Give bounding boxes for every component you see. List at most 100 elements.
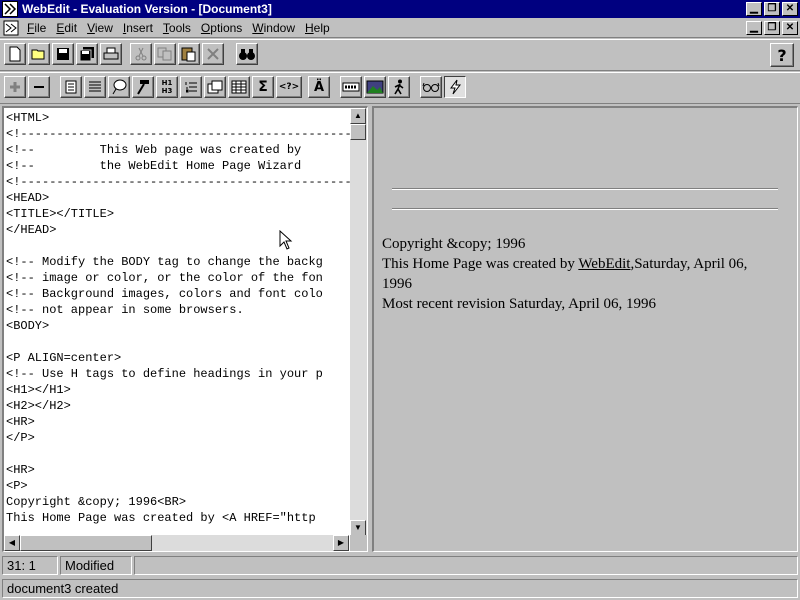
hammer-icon[interactable] bbox=[132, 76, 154, 98]
menu-options[interactable]: Options bbox=[196, 21, 247, 35]
query-tag-icon[interactable]: <?> bbox=[276, 76, 302, 98]
status-bar-bottom: document3 created bbox=[0, 577, 800, 600]
save-icon[interactable] bbox=[52, 43, 74, 65]
code-line[interactable]: <!-- not appear in some browsers. bbox=[6, 302, 352, 318]
comment-balloon-icon[interactable] bbox=[108, 76, 130, 98]
print-icon[interactable] bbox=[100, 43, 122, 65]
window-title: WebEdit - Evaluation Version - [Document… bbox=[22, 2, 272, 16]
find-binoculars-icon[interactable] bbox=[236, 43, 258, 65]
webedit-window: WebEdit - Evaluation Version - [Document… bbox=[0, 0, 800, 600]
menu-insert[interactable]: Insert bbox=[118, 21, 158, 35]
cursor-position: 31: 1 bbox=[2, 556, 58, 575]
table-icon[interactable] bbox=[228, 76, 250, 98]
query-tag-label: <?> bbox=[278, 82, 300, 92]
help-label: ? bbox=[777, 45, 787, 65]
preview-body-text: Copyright &copy; 1996 This Home Page was… bbox=[382, 234, 782, 314]
doc-close-button[interactable]: ✕ bbox=[782, 21, 798, 35]
code-line[interactable]: <!--------------------------------------… bbox=[6, 126, 352, 142]
editor-horizontal-scrollbar[interactable]: ◀ ▶ bbox=[4, 535, 349, 551]
code-line[interactable]: <!-- image or color, or the color of the… bbox=[6, 270, 352, 286]
horizontal-scroll-thumb[interactable] bbox=[20, 535, 152, 551]
title-bar[interactable]: WebEdit - Evaluation Version - [Document… bbox=[0, 0, 800, 18]
code-line[interactable]: <P> bbox=[6, 478, 352, 494]
help-button[interactable]: ? bbox=[770, 43, 794, 67]
menu-file[interactable]: File bbox=[22, 21, 51, 35]
code-line[interactable] bbox=[6, 334, 352, 350]
numbered-list-icon[interactable] bbox=[180, 76, 202, 98]
scroll-down-arrow-icon[interactable]: ▼ bbox=[350, 520, 366, 536]
walking-man-icon[interactable] bbox=[388, 76, 410, 98]
scroll-right-arrow-icon[interactable]: ▶ bbox=[333, 535, 349, 551]
scroll-up-arrow-icon[interactable]: ▲ bbox=[350, 108, 366, 124]
code-line[interactable] bbox=[6, 238, 352, 254]
preview-created-line: This Home Page was created by WebEdit,Sa… bbox=[382, 254, 782, 274]
image-icon[interactable] bbox=[364, 76, 386, 98]
heading-tags-button[interactable]: H1 H3 bbox=[156, 76, 178, 98]
code-line[interactable]: <TITLE></TITLE> bbox=[6, 206, 352, 222]
open-folder-icon[interactable] bbox=[28, 43, 50, 65]
menu-bar: File Edit View Insert Tools Options Window Help… bbox=[0, 18, 800, 38]
delete-icon[interactable] bbox=[202, 43, 224, 65]
code-line[interactable]: <HTML> bbox=[6, 110, 352, 126]
code-line[interactable]: </P> bbox=[6, 430, 352, 446]
code-line[interactable]: <!-- This Web page was created by bbox=[6, 142, 352, 158]
code-line[interactable]: <HR> bbox=[6, 414, 352, 430]
status-bar-top: 31: 1 Modified bbox=[0, 554, 800, 576]
align-text-icon[interactable] bbox=[84, 76, 106, 98]
copy-icon[interactable] bbox=[154, 43, 176, 65]
webedit-link[interactable]: WebEdit bbox=[578, 256, 630, 272]
code-line[interactable]: <H1></H1> bbox=[6, 382, 352, 398]
browser-preview-pane[interactable]: Copyright &copy; 1996 This Home Page was… bbox=[372, 106, 798, 552]
restore-button[interactable]: ❐ bbox=[764, 2, 780, 16]
code-line[interactable] bbox=[6, 446, 352, 462]
expand-plus-icon[interactable] bbox=[4, 76, 26, 98]
cut-icon[interactable] bbox=[130, 43, 152, 65]
menu-view[interactable]: View bbox=[82, 21, 118, 35]
menu-window[interactable]: Window bbox=[247, 21, 300, 35]
close-button[interactable]: ✕ bbox=[782, 2, 798, 16]
code-line[interactable]: <HEAD> bbox=[6, 190, 352, 206]
vertical-scroll-thumb[interactable] bbox=[350, 124, 366, 140]
special-character-icon[interactable]: Ä bbox=[308, 76, 330, 98]
umlaut-label: Ä bbox=[313, 79, 325, 95]
lightning-refresh-icon[interactable] bbox=[444, 76, 466, 98]
preview-created-prefix: This Home Page was created by bbox=[382, 256, 579, 272]
editor-vertical-scrollbar[interactable]: ▲ ▼ bbox=[350, 108, 367, 536]
code-line[interactable]: <HR> bbox=[6, 462, 352, 478]
save-all-icon[interactable] bbox=[76, 43, 98, 65]
document-icon[interactable] bbox=[3, 20, 19, 36]
code-line[interactable]: <P ALIGN=center> bbox=[6, 350, 352, 366]
code-line[interactable]: </HEAD> bbox=[6, 222, 352, 238]
status-blank-pane bbox=[134, 556, 798, 575]
code-line[interactable]: This Home Page was created by <A HREF="h… bbox=[6, 510, 352, 526]
code-line[interactable]: <!--------------------------------------… bbox=[6, 174, 352, 190]
new-file-icon[interactable] bbox=[4, 43, 26, 65]
menu-help[interactable]: Help bbox=[300, 21, 335, 35]
code-line[interactable]: <!-- the WebEdit Home Page Wizard bbox=[6, 158, 352, 174]
code-line[interactable]: <H2></H2> bbox=[6, 398, 352, 414]
frames-icon[interactable] bbox=[204, 76, 226, 98]
scroll-left-arrow-icon[interactable]: ◀ bbox=[4, 535, 20, 551]
code-line[interactable]: <BODY> bbox=[6, 318, 352, 334]
marquee-icon[interactable] bbox=[340, 76, 362, 98]
format-toolbar: H1 H3 Σ <?> Ä bbox=[0, 72, 800, 104]
html-source-text[interactable]: <HTML> <!--------------------------------… bbox=[6, 110, 352, 528]
doc-restore-button[interactable]: ❐ bbox=[764, 21, 780, 35]
paste-icon[interactable] bbox=[178, 43, 200, 65]
preview-glasses-icon[interactable] bbox=[420, 76, 442, 98]
mouse-pointer-icon bbox=[279, 230, 293, 250]
code-line[interactable]: <!-- Modify the BODY tag to change the b… bbox=[6, 254, 352, 270]
webedit-app-icon[interactable] bbox=[2, 1, 18, 17]
code-line[interactable]: <!-- Background images, colors and font … bbox=[6, 286, 352, 302]
minimize-button[interactable]: ▁ bbox=[746, 2, 762, 16]
sigma-icon[interactable]: Σ bbox=[252, 76, 274, 98]
html-editor-pane[interactable]: <HTML> <!--------------------------------… bbox=[2, 106, 368, 552]
menu-tools[interactable]: Tools bbox=[158, 21, 196, 35]
paragraph-icon[interactable] bbox=[60, 76, 82, 98]
preview-created-suffix: ,Saturday, April 06, bbox=[630, 256, 748, 272]
collapse-minus-icon[interactable] bbox=[28, 76, 50, 98]
code-line[interactable]: <!-- Use H tags to define headings in yo… bbox=[6, 366, 352, 382]
menu-edit[interactable]: Edit bbox=[51, 21, 82, 35]
code-line[interactable]: Copyright &copy; 1996<BR> bbox=[6, 494, 352, 510]
doc-minimize-button[interactable]: ▁ bbox=[746, 21, 762, 35]
